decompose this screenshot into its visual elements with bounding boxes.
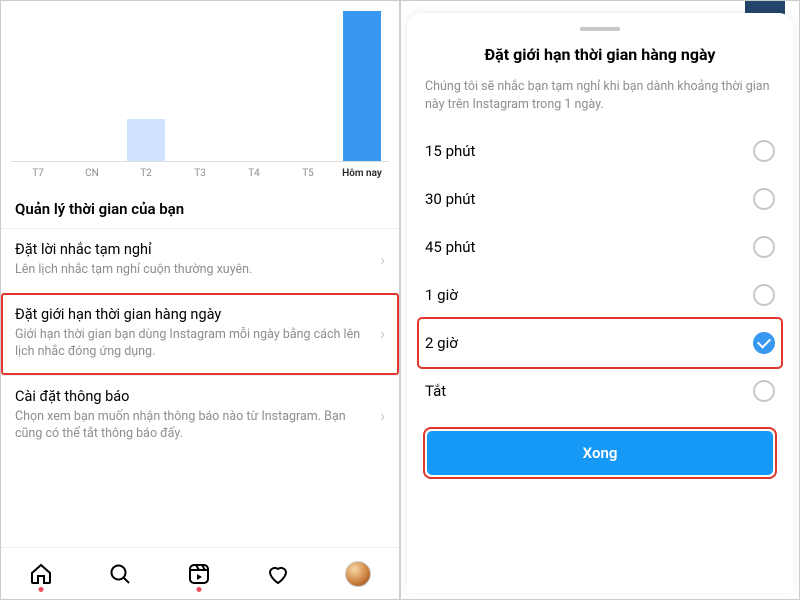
settings-row[interactable]: Cài đặt thông báo Chọn xem bạn muốn nhận … (1, 375, 399, 457)
chart-label: T5 (281, 168, 335, 179)
time-option[interactable]: 1 giờ (425, 271, 775, 319)
chart-bar[interactable] (173, 11, 227, 161)
option-label: 1 giờ (425, 286, 458, 304)
row-title: Đặt giới hạn thời gian hàng ngày (15, 306, 372, 323)
time-option[interactable]: 30 phút (425, 175, 775, 223)
chart-bar[interactable] (227, 11, 281, 161)
bottom-nav (1, 547, 399, 599)
usage-screen: T7CNT2T3T4T5Hôm nay Quản lý thời gian củ… (1, 1, 401, 599)
chart-bar[interactable] (281, 11, 335, 161)
option-label: 30 phút (425, 190, 475, 208)
chart-bar[interactable] (335, 11, 389, 161)
chart-bar[interactable] (119, 11, 173, 161)
time-limit-sheet-screen: Đặt giới hạn thời gian hàng ngày Chúng t… (401, 1, 799, 599)
radio-icon (753, 236, 775, 258)
sheet-description: Chúng tôi sẽ nhắc bạn tạm nghỉ khi bạn d… (425, 78, 775, 113)
settings-row[interactable]: Đặt lời nhắc tạm nghỉ Lên lịch nhắc tạm n… (1, 228, 399, 293)
chart-label: T2 (119, 168, 173, 179)
reels-icon[interactable] (187, 562, 211, 586)
home-icon[interactable] (29, 562, 53, 586)
done-button-highlight: Xong (425, 429, 775, 477)
option-label: Tắt (425, 382, 446, 400)
settings-row[interactable]: Đặt giới hạn thời gian hàng ngày Giới hạn… (1, 293, 399, 375)
time-option[interactable]: 2 giờ (419, 319, 781, 367)
time-option[interactable]: Tắt (425, 367, 775, 415)
option-label: 15 phút (425, 142, 475, 160)
option-label: 2 giờ (425, 334, 458, 352)
chevron-right-icon: › (380, 324, 385, 343)
heart-icon[interactable] (266, 562, 290, 586)
radio-checked-icon (753, 332, 775, 354)
option-label: 45 phút (425, 238, 475, 256)
chart-label: T7 (11, 168, 65, 179)
usage-chart: T7CNT2T3T4T5Hôm nay (1, 1, 399, 186)
chart-bar[interactable] (11, 11, 65, 161)
chevron-right-icon: › (380, 406, 385, 425)
radio-icon (753, 140, 775, 162)
chart-label: Hôm nay (335, 168, 389, 179)
radio-icon (753, 380, 775, 402)
row-title: Cài đặt thông báo (15, 388, 372, 405)
chart-label: T4 (227, 168, 281, 179)
row-subtitle: Chọn xem bạn muốn nhận thông báo nào từ … (15, 409, 372, 443)
sheet-title: Đặt giới hạn thời gian hàng ngày (425, 45, 775, 64)
time-option[interactable]: 15 phút (425, 127, 775, 175)
time-option[interactable]: 45 phút (425, 223, 775, 271)
notification-dot-icon (38, 587, 43, 592)
row-title: Đặt lời nhắc tạm nghỉ (15, 241, 372, 258)
bottom-sheet: Đặt giới hạn thời gian hàng ngày Chúng t… (407, 13, 793, 593)
chart-label: T3 (173, 168, 227, 179)
sheet-handle-icon[interactable] (580, 27, 620, 31)
chart-bar[interactable] (65, 11, 119, 161)
chevron-right-icon: › (380, 250, 385, 269)
radio-icon (753, 188, 775, 210)
search-icon[interactable] (108, 562, 132, 586)
notification-dot-icon (196, 587, 201, 592)
chart-label: CN (65, 168, 119, 179)
radio-icon (753, 284, 775, 306)
done-button[interactable]: Xong (427, 431, 773, 475)
section-title: Quản lý thời gian của bạn (1, 186, 399, 228)
profile-avatar[interactable] (345, 561, 371, 587)
row-subtitle: Giới hạn thời gian bạn dùng Instagram mỗ… (15, 327, 372, 361)
row-subtitle: Lên lịch nhắc tạm nghỉ cuộn thường xuyên… (15, 262, 372, 279)
